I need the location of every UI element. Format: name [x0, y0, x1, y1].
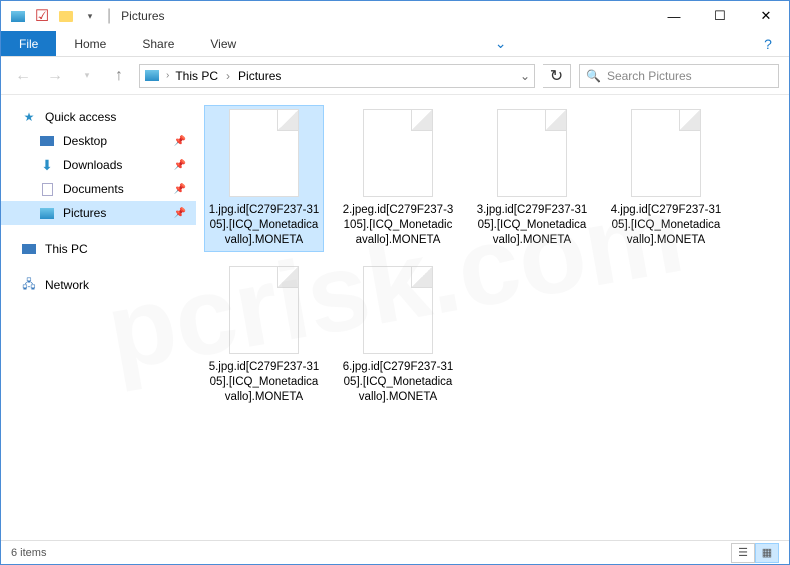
sidebar-item-documents[interactable]: Documents 📌 [1, 177, 196, 201]
desktop-icon [39, 133, 55, 149]
sidebar-item-downloads[interactable]: ⬇ Downloads 📌 [1, 153, 196, 177]
ribbon-expand-icon[interactable]: ⌄ [486, 31, 516, 56]
pictures-address-icon [144, 68, 160, 84]
file-item[interactable]: 5.jpg.id[C279F237-3105].[ICQ_Monetadicav… [204, 262, 324, 409]
search-icon: 🔍 [586, 69, 601, 83]
blank-file-icon [631, 109, 701, 197]
qat-icons: ☑ ▾ [7, 5, 101, 27]
view-mode-buttons: ☰ ▦ [731, 543, 779, 563]
sidebar-item-desktop[interactable]: Desktop 📌 [1, 129, 196, 153]
file-label: 6.jpg.id[C279F237-3105].[ICQ_Monetadicav… [342, 360, 454, 405]
file-label: 2.jpeg.id[C279F237-3105].[ICQ_Monetadica… [342, 203, 454, 248]
monitor-icon [21, 241, 37, 257]
blank-file-icon [497, 109, 567, 197]
icons-view-button[interactable]: ▦ [755, 543, 779, 563]
tab-share[interactable]: Share [124, 31, 192, 56]
body: ★ Quick access Desktop 📌 ⬇ Downloads 📌 D… [1, 95, 789, 540]
blank-file-icon [363, 109, 433, 197]
address-chevron-icon[interactable]: › [226, 69, 230, 83]
pictures-icon [39, 205, 55, 221]
titlebar: ☑ ▾ | Pictures — ☐ ✕ [1, 1, 789, 31]
window-controls: — ☐ ✕ [651, 1, 789, 31]
close-button[interactable]: ✕ [743, 1, 789, 31]
sidebar-item-label: Desktop [63, 134, 107, 148]
star-icon: ★ [21, 109, 37, 125]
file-label: 3.jpg.id[C279F237-3105].[ICQ_Monetadicav… [476, 203, 588, 248]
maximize-button[interactable]: ☐ [697, 1, 743, 31]
ribbon: File Home Share View ⌄ ? [1, 31, 789, 57]
properties-qat-icon[interactable]: ☑ [31, 5, 53, 27]
window-title: Pictures [121, 9, 164, 23]
qat-dropdown-icon[interactable]: ▾ [79, 5, 101, 27]
sidebar-label: Quick access [45, 110, 116, 124]
status-bar: 6 items ☰ ▦ [1, 540, 789, 564]
documents-icon [39, 181, 55, 197]
address-chevron-icon[interactable]: › [166, 70, 169, 81]
pictures-qat-icon[interactable] [7, 5, 29, 27]
search-box[interactable]: 🔍 Search Pictures [579, 64, 779, 88]
blank-file-icon [229, 266, 299, 354]
file-item[interactable]: 4.jpg.id[C279F237-3105].[ICQ_Monetadicav… [606, 105, 726, 252]
tab-view[interactable]: View [192, 31, 254, 56]
file-item[interactable]: 6.jpg.id[C279F237-3105].[ICQ_Monetadicav… [338, 262, 458, 409]
forward-button[interactable]: → [43, 64, 67, 88]
sidebar-network[interactable]: 🖧 Network [1, 273, 196, 297]
minimize-button[interactable]: — [651, 1, 697, 31]
downloads-icon: ⬇ [39, 157, 55, 173]
back-button[interactable]: ← [11, 64, 35, 88]
status-text: 6 items [11, 547, 46, 559]
address-dropdown-icon[interactable]: ⌄ [520, 69, 530, 83]
sidebar: ★ Quick access Desktop 📌 ⬇ Downloads 📌 D… [1, 95, 196, 540]
navbar: ← → ▾ ↑ › This PC › Pictures ⌄ ↻ 🔍 Searc… [1, 57, 789, 95]
network-icon: 🖧 [21, 277, 37, 293]
recent-dropdown-icon[interactable]: ▾ [75, 64, 99, 88]
pin-icon: 📌 [174, 136, 186, 147]
address-segment-pictures[interactable]: Pictures [238, 69, 281, 83]
file-item[interactable]: 2.jpeg.id[C279F237-3105].[ICQ_Monetadica… [338, 105, 458, 252]
file-label: 1.jpg.id[C279F237-3105].[ICQ_Monetadicav… [208, 203, 320, 248]
file-item[interactable]: 1.jpg.id[C279F237-3105].[ICQ_Monetadicav… [204, 105, 324, 252]
explorer-window: ☑ ▾ | Pictures — ☐ ✕ File Home Share Vie… [0, 0, 790, 565]
file-grid: 1.jpg.id[C279F237-3105].[ICQ_Monetadicav… [204, 105, 781, 409]
help-icon[interactable]: ? [753, 31, 783, 56]
address-segment-thispc[interactable]: This PC [175, 69, 218, 83]
sidebar-item-label: Downloads [63, 158, 122, 172]
search-placeholder: Search Pictures [607, 69, 692, 83]
sidebar-label: Network [45, 278, 89, 292]
pin-icon: 📌 [174, 184, 186, 195]
sidebar-item-pictures[interactable]: Pictures 📌 [1, 201, 196, 225]
content-pane[interactable]: 1.jpg.id[C279F237-3105].[ICQ_Monetadicav… [196, 95, 789, 540]
blank-file-icon [229, 109, 299, 197]
sidebar-this-pc[interactable]: This PC [1, 237, 196, 261]
sidebar-quick-access[interactable]: ★ Quick access [1, 105, 196, 129]
refresh-button[interactable]: ↻ [543, 64, 571, 88]
pin-icon: 📌 [174, 208, 186, 219]
sidebar-label: This PC [45, 242, 88, 256]
sidebar-item-label: Pictures [63, 206, 106, 220]
title-separator: | [107, 7, 111, 25]
folder-qat-icon[interactable] [55, 5, 77, 27]
tab-home[interactable]: Home [56, 31, 124, 56]
file-label: 5.jpg.id[C279F237-3105].[ICQ_Monetadicav… [208, 360, 320, 405]
pin-icon: 📌 [174, 160, 186, 171]
sidebar-item-label: Documents [63, 182, 124, 196]
file-tab[interactable]: File [1, 31, 56, 56]
details-view-button[interactable]: ☰ [731, 543, 755, 563]
up-button[interactable]: ↑ [107, 64, 131, 88]
file-item[interactable]: 3.jpg.id[C279F237-3105].[ICQ_Monetadicav… [472, 105, 592, 252]
blank-file-icon [363, 266, 433, 354]
address-bar[interactable]: › This PC › Pictures ⌄ [139, 64, 535, 88]
file-label: 4.jpg.id[C279F237-3105].[ICQ_Monetadicav… [610, 203, 722, 248]
